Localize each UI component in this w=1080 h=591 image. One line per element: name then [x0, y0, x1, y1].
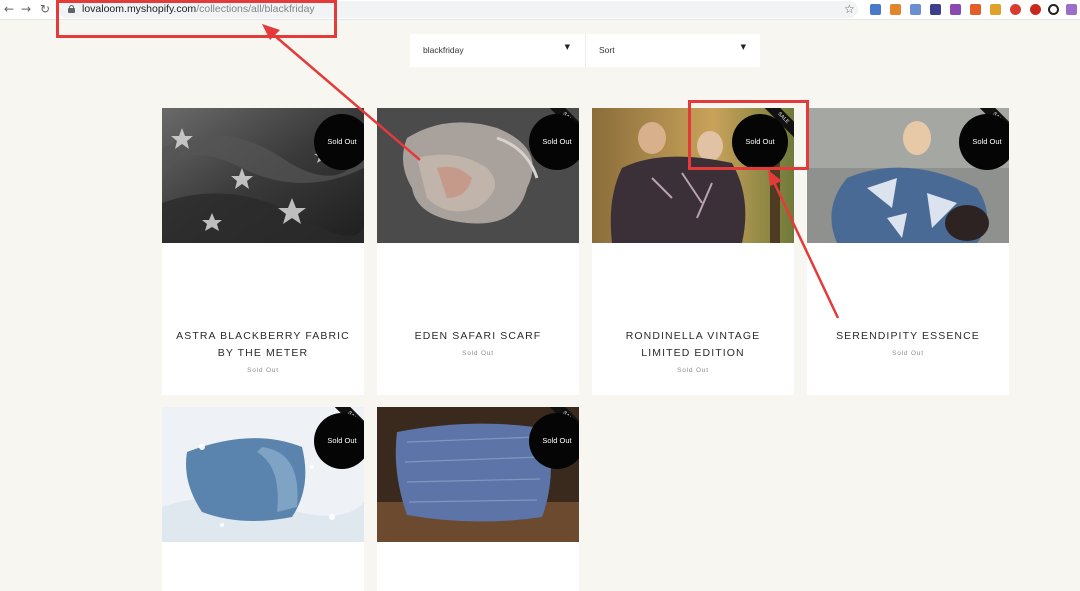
- collection-select[interactable]: blackfriday ▼: [410, 34, 584, 67]
- badge-highlight-box: [688, 100, 809, 170]
- collection-select-value: blackfriday: [423, 45, 464, 55]
- extension-icon[interactable]: [870, 4, 881, 15]
- product-title[interactable]: ASTRA BLACKBERRY FABRIC BY THE METER Sold…: [170, 328, 356, 380]
- product-title-text: ASTRA BLACKBERRY FABRIC BY THE METER: [176, 330, 350, 359]
- product-image[interactable]: SALE Sold Out: [162, 407, 364, 542]
- extension-icon[interactable]: [1010, 4, 1021, 15]
- caret-down-icon: ▼: [564, 43, 570, 51]
- product-status: Sold Out: [892, 350, 924, 357]
- sold-out-badge: Sold Out: [529, 114, 579, 170]
- sort-select[interactable]: Sort ▼: [586, 34, 760, 67]
- product-title-text: RONDINELLA VINTAGE LIMITED EDITION: [625, 330, 761, 359]
- product-title-text: EDEN SAFARI SCARF: [414, 330, 542, 342]
- product-status: Sold Out: [462, 350, 494, 357]
- extension-icon[interactable]: [1048, 4, 1059, 15]
- sold-out-badge: Sold Out: [314, 114, 364, 170]
- sold-out-badge: Sold Out: [529, 413, 579, 469]
- extension-icon[interactable]: [950, 4, 961, 15]
- product-title[interactable]: SERENDIPITY ESSENCE Sold Out: [815, 328, 1001, 363]
- reload-icon[interactable]: ↻: [38, 2, 52, 16]
- forward-arrow-icon[interactable]: →: [19, 2, 33, 16]
- extension-icon[interactable]: [910, 4, 921, 15]
- product-image[interactable]: SALE Sold Out: [377, 407, 579, 542]
- bookmark-star-icon[interactable]: ☆: [844, 2, 855, 16]
- product-title[interactable]: EDEN SAFARI SCARF Sold Out: [385, 328, 571, 363]
- product-card[interactable]: SALE Sold Out: [377, 407, 579, 591]
- extension-icon[interactable]: [890, 4, 901, 15]
- sort-select-value: Sort: [599, 45, 615, 55]
- back-arrow-icon[interactable]: ←: [2, 2, 16, 16]
- product-image[interactable]: Sold Out: [162, 108, 364, 243]
- product-status: Sold Out: [247, 367, 279, 374]
- extension-icon[interactable]: [970, 4, 981, 15]
- product-title[interactable]: RONDINELLA VINTAGE LIMITED EDITION Sold O…: [600, 328, 786, 380]
- product-image[interactable]: SALE Sold Out: [377, 108, 579, 243]
- sold-out-badge: Sold Out: [959, 114, 1009, 170]
- extension-icon[interactable]: [930, 4, 941, 15]
- product-status: Sold Out: [677, 367, 709, 374]
- sold-out-badge: Sold Out: [314, 413, 364, 469]
- product-image[interactable]: SALE Sold Out: [807, 108, 1009, 243]
- product-card[interactable]: SALE Sold Out SERENDIPITY ESSENCE Sold Ou…: [807, 108, 1009, 395]
- caret-down-icon: ▼: [740, 43, 746, 51]
- extension-icon[interactable]: [990, 4, 1001, 15]
- extension-icon[interactable]: [1066, 4, 1077, 15]
- extension-icon[interactable]: [1030, 4, 1041, 15]
- product-card[interactable]: SALE Sold Out EDEN SAFARI SCARF Sold Out: [377, 108, 579, 395]
- collection-filters: blackfriday ▼ Sort ▼: [410, 34, 760, 67]
- product-title-text: SERENDIPITY ESSENCE: [836, 330, 980, 342]
- product-card[interactable]: Sold Out ASTRA BLACKBERRY FABRIC BY THE …: [162, 108, 364, 395]
- url-highlight-box: [56, 0, 337, 38]
- product-card[interactable]: SALE Sold Out: [162, 407, 364, 591]
